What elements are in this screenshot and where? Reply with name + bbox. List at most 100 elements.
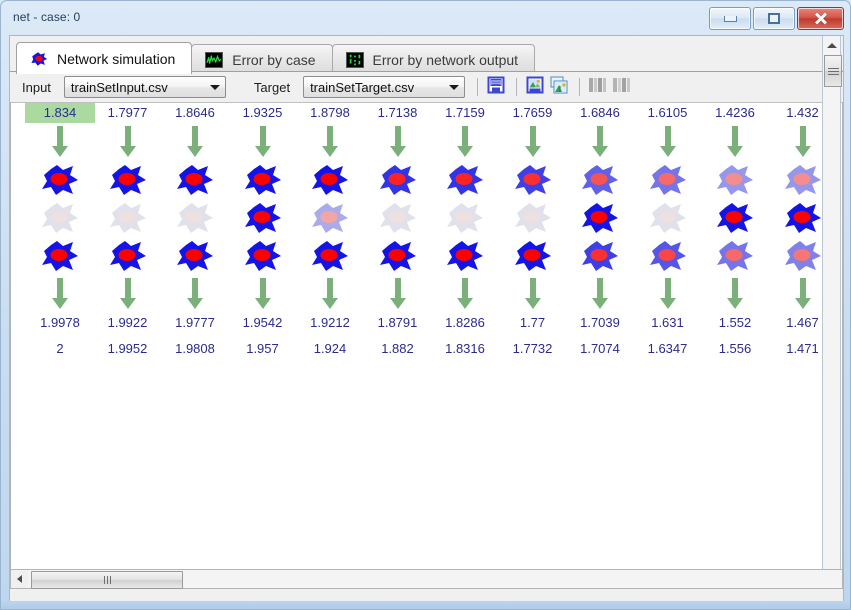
simulation-column[interactable]: 1.834 1.9978 2 [25, 103, 95, 359]
output-value[interactable]: 1.9922 [93, 313, 163, 333]
output-value[interactable]: 1.9777 [160, 313, 230, 333]
v-scroll-thumb[interactable] [824, 55, 842, 87]
arrow-down-icon [295, 123, 365, 161]
simulation-column[interactable]: 1.9325 1.9542 1.957 [228, 103, 298, 359]
neuron-icon[interactable] [295, 161, 365, 199]
input-value[interactable]: 1.4236 [700, 103, 770, 123]
tab-error-by-network-output[interactable]: Error by network output [331, 44, 536, 74]
neuron-icon[interactable] [363, 237, 433, 275]
neuron-icon[interactable] [565, 237, 635, 275]
input-value-selected[interactable]: 1.834 [25, 103, 95, 123]
neuron-icon[interactable] [228, 237, 298, 275]
neuron-icon[interactable] [93, 161, 163, 199]
app-window: net - case: 0 Network simulation Error b… [0, 0, 851, 610]
scroll-up-button[interactable] [823, 37, 840, 54]
simulation-column[interactable]: 1.8646 1.9777 1.9808 [160, 103, 230, 359]
export-image-button[interactable] [524, 76, 546, 98]
target-value[interactable]: 1.882 [363, 339, 433, 359]
arrow-down-icon [565, 275, 635, 313]
output-value[interactable]: 1.9978 [25, 313, 95, 333]
simulation-column[interactable]: 1.7659 1.77 1.7732 [498, 103, 568, 359]
neuron-icon[interactable] [565, 199, 635, 237]
neuron-icon[interactable] [25, 199, 95, 237]
target-value[interactable]: 1.6347 [633, 339, 703, 359]
maximize-button[interactable] [753, 7, 795, 30]
target-value[interactable]: 1.556 [700, 339, 770, 359]
minimize-button[interactable] [709, 7, 751, 30]
h-scroll-thumb[interactable] [31, 571, 183, 589]
neuron-icon[interactable] [25, 237, 95, 275]
input-value[interactable]: 1.6846 [565, 103, 635, 123]
input-file-select[interactable]: trainSetInput.csv [63, 76, 226, 98]
output-value[interactable]: 1.9542 [228, 313, 298, 333]
target-value[interactable]: 1.7074 [565, 339, 635, 359]
neuron-icon[interactable] [633, 161, 703, 199]
vertical-scrollbar[interactable] [822, 36, 842, 569]
output-value[interactable]: 1.7039 [565, 313, 635, 333]
output-value[interactable]: 1.8286 [430, 313, 500, 333]
neuron-icon[interactable] [498, 237, 568, 275]
output-value[interactable]: 1.631 [633, 313, 703, 333]
input-value[interactable]: 1.7138 [363, 103, 433, 123]
neuron-icon[interactable] [498, 199, 568, 237]
neuron-icon[interactable] [700, 199, 770, 237]
export-images-button[interactable] [548, 76, 570, 98]
neuron-icon[interactable] [93, 199, 163, 237]
input-value[interactable]: 1.9325 [228, 103, 298, 123]
neuron-icon[interactable] [430, 199, 500, 237]
tab-network-simulation[interactable]: Network simulation [16, 42, 193, 74]
simulation-column[interactable]: 1.6846 1.7039 1.7074 [565, 103, 635, 359]
close-button[interactable] [797, 7, 844, 30]
tab-error-by-case[interactable]: Error by case [191, 44, 333, 74]
simulation-column[interactable]: 1.7138 1.8791 1.882 [363, 103, 433, 359]
output-value[interactable]: 1.9212 [295, 313, 365, 333]
neuron-icon[interactable] [430, 161, 500, 199]
export-image-icon [526, 76, 544, 99]
neuron-icon[interactable] [633, 237, 703, 275]
input-value[interactable]: 1.6105 [633, 103, 703, 123]
input-value[interactable]: 1.8646 [160, 103, 230, 123]
neuron-icon[interactable] [93, 237, 163, 275]
neuron-icon[interactable] [430, 237, 500, 275]
simulation-column[interactable]: 1.7159 1.8286 1.8316 [430, 103, 500, 359]
save-button[interactable] [485, 76, 507, 98]
input-value[interactable]: 1.8798 [295, 103, 365, 123]
target-value[interactable]: 1.8316 [430, 339, 500, 359]
neuron-icon[interactable] [498, 161, 568, 199]
simulation-column[interactable]: 1.4236 1.552 1.556 [700, 103, 770, 359]
neuron-icon[interactable] [700, 237, 770, 275]
input-value[interactable]: 1.7659 [498, 103, 568, 123]
neuron-icon[interactable] [363, 161, 433, 199]
simulation-column[interactable]: 1.6105 1.631 1.6347 [633, 103, 703, 359]
simulation-column[interactable]: 1.8798 1.9212 1.924 [295, 103, 365, 359]
input-value[interactable]: 1.7159 [430, 103, 500, 123]
target-value[interactable]: 1.7732 [498, 339, 568, 359]
neuron-icon[interactable] [160, 237, 230, 275]
arrow-down-icon [25, 123, 95, 161]
neuron-icon[interactable] [295, 237, 365, 275]
neuron-icon[interactable] [160, 161, 230, 199]
neuron-icon[interactable] [700, 161, 770, 199]
neuron-icon[interactable] [295, 199, 365, 237]
output-value[interactable]: 1.552 [700, 313, 770, 333]
neuron-icon[interactable] [228, 161, 298, 199]
input-value[interactable]: 1.7977 [93, 103, 163, 123]
target-value[interactable]: 1.957 [228, 339, 298, 359]
simulation-column[interactable]: 1.7977 1.9922 1.9952 [93, 103, 163, 359]
neuron-icon[interactable] [363, 199, 433, 237]
output-value[interactable]: 1.8791 [363, 313, 433, 333]
neuron-icon[interactable] [565, 161, 635, 199]
target-value[interactable]: 1.9952 [93, 339, 163, 359]
target-file-select[interactable]: trainSetTarget.csv [303, 76, 466, 98]
horizontal-scrollbar[interactable] [10, 570, 843, 589]
neuron-icon[interactable] [228, 199, 298, 237]
neuron-icon[interactable] [25, 161, 95, 199]
target-value[interactable]: 2 [25, 339, 95, 359]
target-value[interactable]: 1.9808 [160, 339, 230, 359]
tab-strip: Network simulation Error by case Error b… [10, 36, 843, 74]
output-value[interactable]: 1.77 [498, 313, 568, 333]
target-value[interactable]: 1.924 [295, 339, 365, 359]
neuron-icon[interactable] [160, 199, 230, 237]
neuron-icon[interactable] [633, 199, 703, 237]
scroll-left-button[interactable] [11, 571, 28, 588]
